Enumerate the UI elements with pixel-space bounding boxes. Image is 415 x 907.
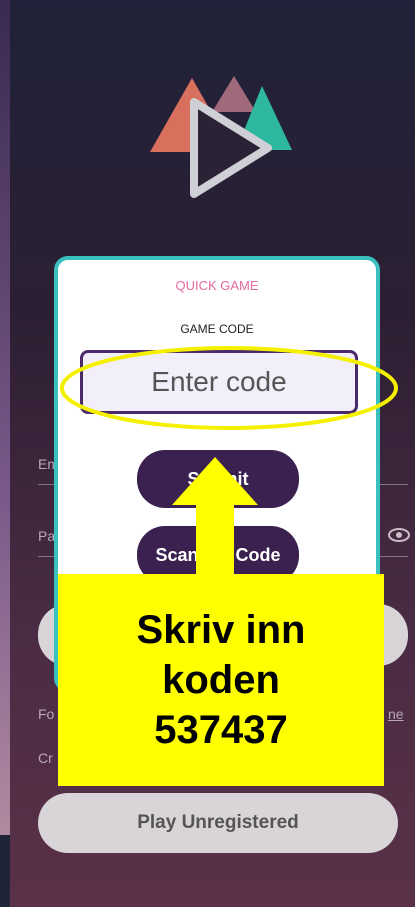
email-underline-right xyxy=(380,484,408,485)
callout-line-2: koden xyxy=(162,658,280,702)
forgot-label-fragment[interactable]: Fo xyxy=(38,706,54,722)
eye-icon[interactable] xyxy=(388,528,410,542)
create-label-fragment[interactable]: Cr xyxy=(38,750,53,766)
instruction-callout: Skriv inn koden 537437 xyxy=(58,574,384,786)
password-underline-right xyxy=(380,556,408,557)
quick-game-title: QUICK GAME xyxy=(175,278,259,293)
password-label-fragment: Pa xyxy=(38,528,56,544)
left-background-strip xyxy=(0,0,10,835)
app-logo-icon xyxy=(150,76,292,198)
left-background-strip-bottom xyxy=(0,835,10,907)
up-arrow-icon xyxy=(172,457,258,575)
forgot-link-fragment[interactable]: ne xyxy=(388,706,404,722)
highlight-ellipse xyxy=(60,346,398,430)
play-unregistered-button[interactable]: Play Unregistered xyxy=(38,793,398,853)
callout-line-1: Skriv inn xyxy=(136,608,306,652)
callout-line-3: 537437 xyxy=(154,708,288,752)
game-code-label: GAME CODE xyxy=(180,322,254,336)
